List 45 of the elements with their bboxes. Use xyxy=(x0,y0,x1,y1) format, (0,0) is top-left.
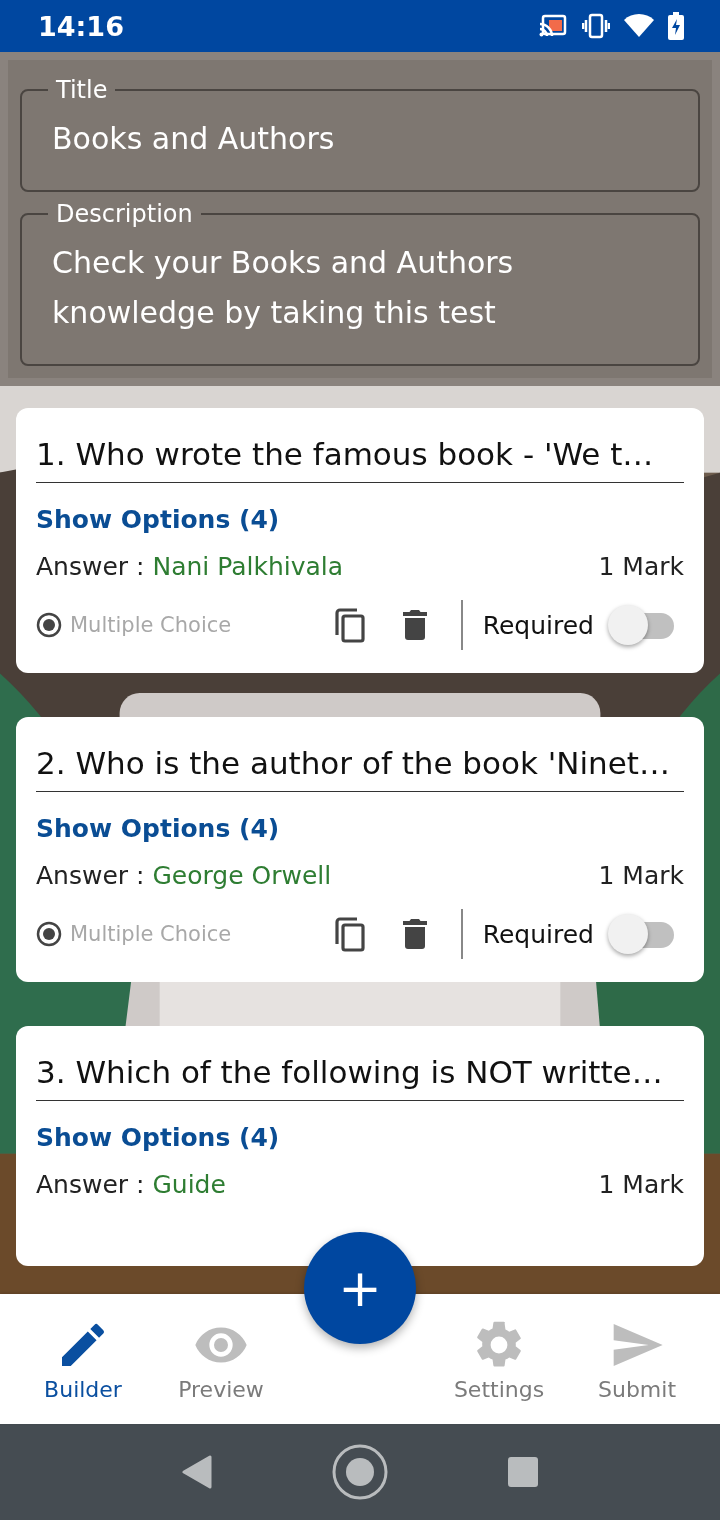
add-button[interactable]: + xyxy=(304,1232,416,1344)
battery-icon xyxy=(668,12,684,40)
home-icon[interactable] xyxy=(332,1444,388,1500)
required-toggle[interactable] xyxy=(608,912,674,956)
required-label: Required xyxy=(482,610,594,640)
cast-icon xyxy=(538,13,568,39)
question-type: Multiple Choice xyxy=(70,613,232,637)
radio-icon xyxy=(36,921,62,947)
show-options-link[interactable]: Show Options (4) xyxy=(36,1123,684,1152)
nav-tab[interactable]: Submit xyxy=(568,1294,706,1424)
delete-icon[interactable] xyxy=(402,919,427,949)
answer-value: George Orwell xyxy=(152,861,332,890)
required-label: Required xyxy=(482,919,594,949)
description-field[interactable]: Description Check your Books and Authors knowledge by taking this test xyxy=(20,200,700,366)
delete-icon[interactable] xyxy=(402,610,427,640)
copy-icon[interactable] xyxy=(332,916,367,952)
show-options-link[interactable]: Show Options (4) xyxy=(36,505,684,534)
marks-text: 1 Mark xyxy=(598,552,684,581)
nav-tab[interactable]: Builder xyxy=(14,1294,152,1424)
marks-text: 1 Mark xyxy=(598,1170,684,1199)
question-text[interactable]: 1. Who wrote the famous book - 'We t… xyxy=(36,422,684,483)
show-options-link[interactable]: Show Options (4) xyxy=(36,814,684,843)
answer-label: Answer : xyxy=(36,861,145,890)
answer-value: Guide xyxy=(152,1170,226,1199)
field-label: Description xyxy=(55,200,194,228)
question-text[interactable]: 3. Which of the following is NOT writte… xyxy=(36,1040,684,1101)
back-icon[interactable] xyxy=(182,1455,212,1489)
title-field[interactable]: Title Books and Authors xyxy=(20,76,700,192)
field-value: Books and Authors xyxy=(52,120,336,158)
status-time: 14:16 xyxy=(38,10,124,42)
field-label: Title xyxy=(55,76,109,104)
answer-label: Answer : xyxy=(36,552,145,581)
required-toggle[interactable] xyxy=(608,603,674,647)
marks-text: 1 Mark xyxy=(598,861,684,890)
question-text[interactable]: 2. Who is the author of the book 'Ninet… xyxy=(36,731,684,792)
answer-value: Nani Palkhivala xyxy=(152,552,344,581)
nav-tab[interactable]: Preview xyxy=(152,1294,290,1424)
answer-label: Answer : xyxy=(36,1170,145,1199)
wifi-icon xyxy=(624,14,654,38)
field-value: Check your Books and Authors knowledge by taking this test xyxy=(52,244,515,332)
copy-icon[interactable] xyxy=(332,607,367,643)
question-type: Multiple Choice xyxy=(70,922,232,946)
radio-icon xyxy=(36,612,62,638)
nav-tab[interactable]: Settings xyxy=(430,1294,568,1424)
vibrate-icon xyxy=(582,13,610,39)
